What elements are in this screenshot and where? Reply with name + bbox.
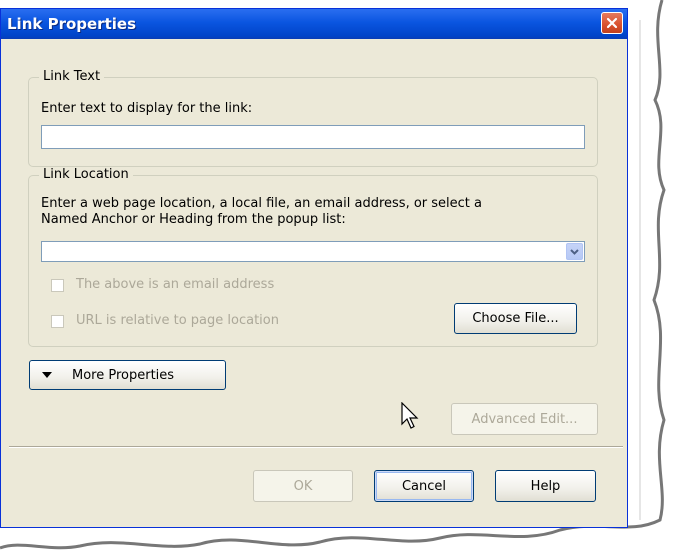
link-location-combobox[interactable]: [41, 241, 585, 262]
ok-button[interactable]: OK: [253, 470, 353, 502]
mouse-cursor-icon: [401, 402, 419, 429]
link-text-prompt: Enter text to display for the link:: [41, 101, 253, 116]
separator: [9, 446, 623, 448]
help-button[interactable]: Help: [495, 470, 596, 502]
link-text-legend: Link Text: [39, 69, 105, 85]
close-button[interactable]: [601, 12, 623, 34]
link-text-input[interactable]: [41, 125, 585, 149]
cancel-button[interactable]: Cancel: [374, 470, 474, 502]
link-text-group: Link Text Enter text to display for the …: [28, 69, 598, 167]
choose-file-button[interactable]: Choose File...: [454, 303, 577, 334]
dialog-title: Link Properties: [7, 15, 136, 33]
title-bar[interactable]: Link Properties: [1, 9, 627, 39]
link-location-prompt-line2: Named Anchor or Heading from the popup l…: [41, 212, 346, 227]
link-location-group: Link Location Enter a web page location,…: [28, 167, 598, 347]
advanced-edit-button[interactable]: Advanced Edit...: [451, 403, 598, 435]
close-icon: [606, 17, 618, 29]
email-address-checkbox[interactable]: [51, 279, 64, 292]
more-properties-button[interactable]: More Properties: [29, 360, 226, 390]
link-location-legend: Link Location: [39, 167, 133, 183]
link-location-prompt-line1: Enter a web page location, a local file,…: [41, 196, 482, 211]
link-properties-dialog: Link Properties Link Text Enter text to …: [0, 8, 628, 528]
chevron-down-icon: [570, 248, 579, 255]
dropdown-button[interactable]: [566, 243, 583, 260]
triangle-down-icon: [42, 371, 52, 378]
relative-url-checkbox[interactable]: [51, 315, 64, 328]
relative-url-checkbox-label: URL is relative to page location: [76, 313, 279, 328]
email-address-checkbox-label: The above is an email address: [76, 277, 275, 292]
